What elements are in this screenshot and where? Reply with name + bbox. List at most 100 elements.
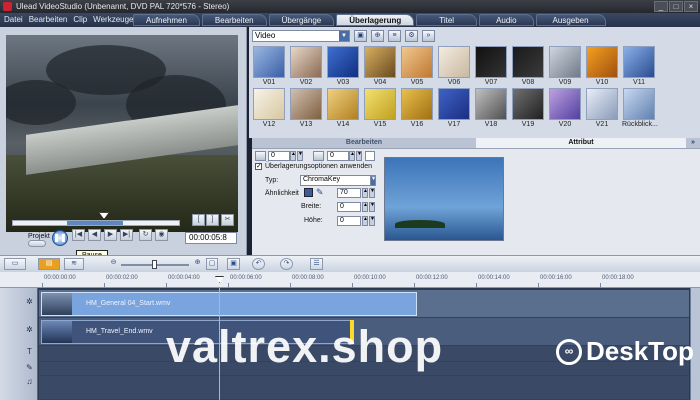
step-uebergaenge[interactable]: Übergänge (268, 14, 335, 26)
tab-attribut[interactable]: Attribut (476, 138, 686, 148)
library-thumb-v05[interactable] (401, 46, 433, 78)
library-thumb-v16[interactable] (401, 88, 433, 120)
spin-field-2[interactable]: 0 (327, 151, 349, 161)
typ-select[interactable]: ChromaKey (300, 175, 376, 186)
overlay-track-icon[interactable]: ✲ (24, 324, 35, 335)
spin-field-1[interactable]: 0 (268, 151, 290, 161)
add-media-icon[interactable]: ⊕ (371, 30, 384, 42)
key-color-swatch[interactable] (304, 188, 313, 197)
music-track[interactable] (39, 376, 689, 400)
title-track-icon[interactable]: T (24, 346, 35, 357)
insert-media-icon[interactable]: ▣ (227, 258, 240, 270)
library-thumb-v13[interactable] (290, 88, 322, 120)
split-icon[interactable]: ✂ (221, 214, 234, 226)
trim-bar[interactable] (12, 220, 180, 226)
color-box[interactable] (365, 151, 375, 161)
home-icon[interactable]: |◀ (72, 229, 85, 241)
music-track-icon[interactable]: ♫ (24, 376, 35, 387)
step-ausgeben[interactable]: Ausgeben (535, 14, 606, 26)
voice-track-icon[interactable]: ✎ (24, 362, 35, 373)
tab-bearbeiten[interactable]: Bearbeiten (252, 138, 476, 148)
spin-up-down-2[interactable]: ▲▼ (349, 151, 360, 161)
close-button[interactable]: × (684, 1, 698, 12)
library-thumb-v02[interactable] (290, 46, 322, 78)
library-thumb-v09[interactable] (549, 46, 581, 78)
end-icon[interactable]: ▶| (120, 229, 133, 241)
height-spin[interactable]: ▲▼ (362, 216, 373, 226)
width-spin[interactable]: ▲▼ (362, 202, 373, 212)
height-arrow[interactable]: ▼ (369, 216, 375, 226)
library-thumb-v20[interactable] (549, 88, 581, 120)
timecode-field[interactable]: 00:00:05:8 (185, 232, 237, 244)
library-thumb-v14[interactable] (327, 88, 359, 120)
height-field[interactable]: 0 (337, 216, 361, 226)
expand-library-icon[interactable]: » (422, 30, 435, 42)
step-ueberlagerung[interactable]: Überlagerung (336, 14, 415, 26)
maximize-button[interactable]: □ (669, 1, 683, 12)
similarity-field[interactable]: 70 (337, 188, 361, 198)
film-track-icon[interactable]: ✲ (24, 296, 35, 307)
expand-options-icon[interactable]: » (686, 138, 700, 148)
library-thumb-v21[interactable] (586, 88, 618, 120)
size-icon[interactable] (313, 151, 324, 161)
library-thumb-v15[interactable] (364, 88, 396, 120)
library-thumb-v08[interactable] (512, 46, 544, 78)
library-thumb-v11[interactable] (623, 46, 655, 78)
fit-project-icon[interactable]: ▢ (206, 258, 218, 270)
menu-bearbeiten[interactable]: Bearbeiten (29, 13, 68, 27)
library-thumb-v19[interactable] (512, 88, 544, 120)
overlay-option-checkbox[interactable]: ✓ (255, 163, 262, 170)
step-bearbeiten[interactable]: Bearbeiten (201, 14, 267, 26)
pause-button[interactable]: ❚❚ (52, 230, 68, 246)
menu-clip[interactable]: Clip (73, 13, 87, 27)
spin-arrow-2[interactable]: ▼ (356, 151, 362, 161)
width-field[interactable]: 0 (337, 202, 361, 212)
track-manager-icon[interactable]: ☰ (310, 258, 323, 270)
prev-frame-icon[interactable]: ◀ (88, 229, 101, 241)
library-thumb-v17[interactable] (438, 88, 470, 120)
video-clip[interactable]: HM_General 04_Start.wmv (41, 292, 417, 316)
library-thumb-v06[interactable] (438, 46, 470, 78)
eyedropper-icon[interactable]: ✎ (316, 187, 324, 198)
minimize-button[interactable]: _ (654, 1, 668, 12)
mark-in-icon[interactable]: [ (192, 214, 205, 226)
library-thumb-v10[interactable] (586, 46, 618, 78)
menu-werkzeuge[interactable]: Werkzeuge (93, 13, 133, 27)
zoom-out-icon[interactable]: ⊖ (108, 258, 119, 270)
spin-arrow-1[interactable]: ▼ (297, 151, 303, 161)
zoom-in-icon[interactable]: ⊕ (192, 258, 203, 270)
timeline-view-icon[interactable]: ▤ (38, 258, 60, 270)
video-track[interactable]: HM_General 04_Start.wmv (39, 290, 689, 318)
mark-out-icon[interactable]: ] (206, 214, 219, 226)
next-frame-icon[interactable]: ▶ (104, 229, 117, 241)
position-icon[interactable] (255, 151, 266, 161)
library-thumb-rckblick[interactable] (623, 88, 655, 120)
audio-view-icon[interactable]: ≋ (64, 258, 84, 270)
zoom-slider-knob[interactable] (152, 260, 157, 269)
library-thumb-v12[interactable] (253, 88, 285, 120)
clip-toggle[interactable] (28, 240, 46, 247)
library-thumb-v18[interactable] (475, 88, 507, 120)
step-titel[interactable]: Titel (416, 14, 478, 26)
volume-icon[interactable]: ◉ (155, 229, 168, 241)
step-aufnehmen[interactable]: Aufnehmen (133, 14, 200, 26)
undo-icon[interactable]: ↶ (252, 258, 265, 270)
similarity-arrow[interactable]: ▼ (369, 188, 375, 198)
step-audio[interactable]: Audio (479, 14, 534, 26)
sort-icon[interactable]: ≡ (388, 30, 401, 42)
spin-up-down-1[interactable]: ▲▼ (290, 151, 301, 161)
menu-datei[interactable]: Datei (4, 13, 23, 27)
width-arrow[interactable]: ▼ (369, 202, 375, 212)
library-category-select[interactable]: Video ▼ (252, 30, 350, 42)
storyboard-view-icon[interactable]: ▭ (4, 258, 26, 270)
repeat-icon[interactable]: ↻ (139, 229, 152, 241)
similarity-spin[interactable]: ▲▼ (362, 188, 373, 198)
library-thumb-v07[interactable] (475, 46, 507, 78)
redo-icon[interactable]: ↷ (280, 258, 293, 270)
library-thumb-v03[interactable] (327, 46, 359, 78)
timeline-ruler[interactable]: 00:00:00:00 00:00:02:00 00:00:04:00 00:00:0… (0, 272, 700, 288)
options-icon[interactable]: ⚙ (405, 30, 418, 42)
import-folder-icon[interactable]: ▣ (354, 30, 367, 42)
library-thumb-v04[interactable] (364, 46, 396, 78)
library-thumb-v01[interactable] (253, 46, 285, 78)
